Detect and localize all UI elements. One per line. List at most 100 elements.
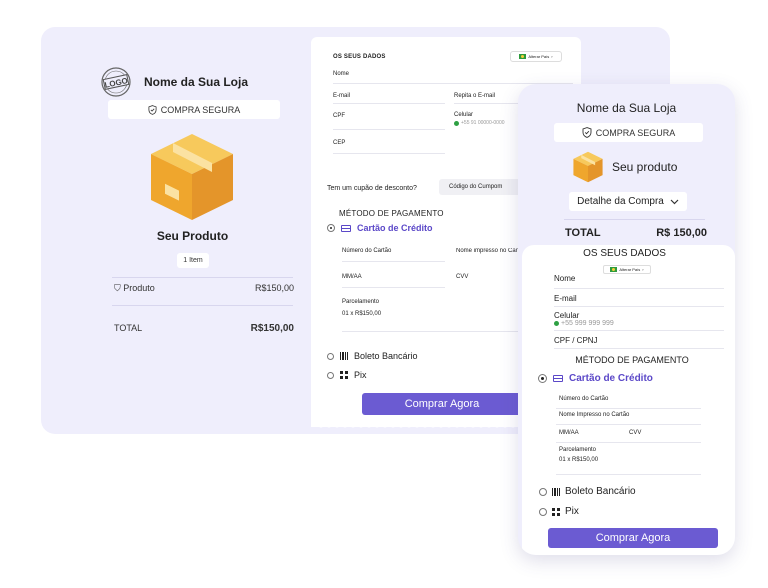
email-field-label: E-mail [554, 294, 577, 303]
tag-icon: ⛉ [114, 283, 124, 293]
cpf-field[interactable] [333, 129, 445, 130]
shield-check-icon [148, 104, 157, 115]
change-country-button[interactable]: Alterar País › [603, 265, 651, 274]
phone-field[interactable]: +55 999 999 999 [554, 320, 614, 327]
credit-card-label: Cartão de Crédito [357, 223, 433, 233]
boleto-label: Boleto Bancário [354, 351, 418, 361]
pix-qr-icon [340, 371, 348, 379]
credit-card-icon [341, 224, 351, 232]
phone-field[interactable]: +55 91 00000-0000 [454, 120, 505, 126]
card-number-field[interactable] [556, 408, 701, 409]
boleto-option[interactable]: Boleto Bancário [539, 486, 636, 497]
total-value: R$ 150,00 [656, 227, 707, 239]
installments-select[interactable]: 01 x R$150,00 [559, 457, 598, 463]
radio-selected[interactable] [327, 224, 335, 232]
order-summary: LOGO Nome da Sua Loja COMPRA SEGURA Seu … [41, 27, 311, 434]
buy-now-button[interactable]: Comprar Agora [362, 393, 522, 415]
total-line: TOTAL R$150,00 [114, 323, 294, 334]
product-line-label: ⛉ Produto [114, 283, 155, 293]
section-title: OS SEUS DADOS [333, 54, 386, 60]
expiry-label: MM/AA [559, 430, 579, 436]
phone-divider [554, 330, 724, 331]
country-flag-icon [554, 321, 559, 326]
chevron-right-icon: › [642, 267, 644, 272]
pix-option[interactable]: Pix [539, 506, 579, 517]
product-summary: Seu produto [572, 151, 677, 183]
expiry-field[interactable] [342, 287, 445, 288]
cvv-label: CVV [629, 430, 642, 436]
barcode-icon [340, 352, 348, 360]
phone-field-label: Celular [554, 311, 580, 320]
email-field[interactable] [554, 306, 724, 307]
radio-unselected[interactable] [539, 507, 547, 516]
product-line: ⛉ Produto R$150,00 [114, 283, 294, 294]
name-field-label: Nome [333, 71, 350, 77]
cep-field[interactable] [333, 153, 445, 154]
country-flag-icon [454, 120, 459, 126]
divider [564, 219, 705, 220]
name-field[interactable] [554, 288, 724, 289]
buy-now-button[interactable]: Comprar Agora [548, 528, 718, 548]
card-name-label: Nome Impresso no Cartão [559, 412, 630, 418]
radio-unselected[interactable] [327, 352, 334, 360]
pix-label: Pix [354, 370, 367, 380]
cvv-label: CVV [456, 274, 469, 280]
secure-purchase-label: COMPRA SEGURA [160, 104, 241, 115]
divider [112, 277, 293, 278]
coupon-question: Tem um cupão de desconto? [327, 185, 417, 192]
svg-text:LOGO: LOGO [104, 76, 129, 90]
card-number-label: Número do Cartão [342, 248, 392, 254]
change-country-label: Alterar País [619, 267, 641, 272]
chevron-right-icon: › [551, 54, 553, 59]
card-name-field[interactable] [556, 424, 701, 425]
name-field-label: Nome [554, 274, 576, 283]
phone-field-label: Celular [454, 112, 474, 118]
product-line-price: R$150,00 [254, 283, 294, 293]
mobile-checkout: Nome da Sua Loja COMPRA SEGURA Seu produ… [518, 84, 735, 555]
expiry-field[interactable] [556, 442, 701, 443]
shield-check-icon [582, 127, 592, 138]
change-country-button[interactable]: Alterar País › [510, 51, 562, 62]
expiry-label: MM/AA [342, 274, 362, 280]
purchase-detail-toggle[interactable]: Detalhe da Compra [569, 192, 687, 211]
email-field-label: E-mail [333, 93, 351, 99]
radio-unselected[interactable] [327, 371, 334, 379]
divider [556, 474, 701, 475]
radio-unselected[interactable] [539, 487, 547, 496]
total-line: TOTAL R$ 150,00 [565, 227, 707, 239]
pix-qr-icon [552, 507, 560, 516]
card-number-field[interactable] [342, 261, 445, 262]
items-count-badge: 1 Item [177, 253, 209, 268]
brazil-flag-icon [610, 267, 618, 272]
cpf-field-label: CPF [333, 113, 345, 119]
credit-card-option[interactable]: Cartão de Crédito [327, 223, 433, 233]
credit-card-label: Cartão de Crédito [569, 373, 653, 384]
radio-selected[interactable] [538, 374, 547, 383]
cpf-field[interactable] [554, 348, 724, 349]
product-box-icon [149, 132, 235, 227]
total-label: TOTAL [565, 227, 601, 239]
installments-select[interactable]: 01 x R$150,00 [342, 311, 381, 317]
product-label: Seu produto [612, 160, 678, 174]
secure-purchase-badge: COMPRA SEGURA [108, 100, 280, 119]
secure-purchase-badge: COMPRA SEGURA [554, 123, 703, 142]
divider [112, 305, 293, 306]
pix-label: Pix [565, 506, 579, 517]
phone-placeholder: +55 91 00000-0000 [461, 120, 505, 126]
pix-option[interactable]: Pix [327, 370, 367, 380]
credit-card-icon [553, 375, 563, 382]
logo-stamp-icon: LOGO [98, 66, 134, 98]
email-field[interactable] [333, 103, 445, 104]
credit-card-option[interactable]: Cartão de Crédito [538, 373, 653, 384]
store-name: Nome da Sua Loja [576, 101, 677, 115]
product-box-icon [573, 151, 603, 183]
section-title: OS SEUS DADOS [583, 248, 666, 259]
secure-purchase-label: COMPRA SEGURA [595, 127, 676, 138]
total-value: R$150,00 [250, 323, 294, 334]
boleto-option[interactable]: Boleto Bancário [327, 351, 418, 361]
change-country-label: Alterar País [528, 54, 550, 59]
product-title: Seu Produto [156, 229, 229, 243]
cep-field-label: CEP [333, 140, 346, 146]
card-number-label: Número do Cartão [559, 396, 609, 402]
repeat-email-field-label: Repita o E-mail [454, 93, 496, 99]
